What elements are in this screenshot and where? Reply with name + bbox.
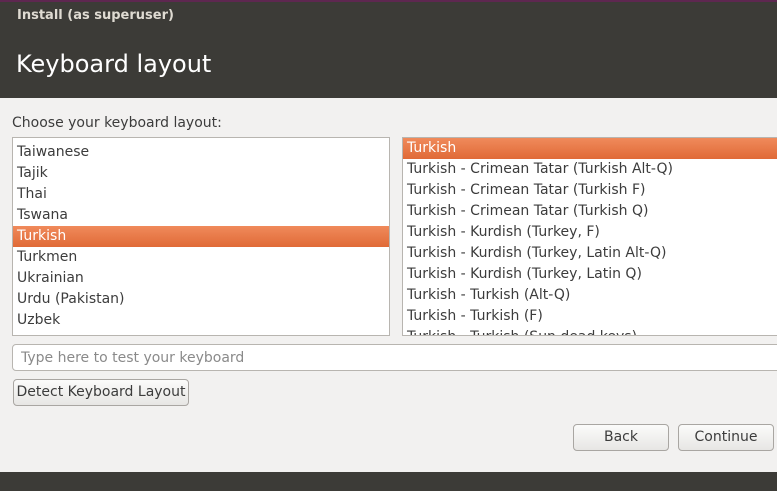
layout-list-item[interactable]: Uzbek [13, 310, 389, 331]
continue-button[interactable]: Continue [678, 424, 774, 451]
page-header: Keyboard layout [0, 32, 777, 98]
variant-list-item[interactable]: Turkish - Kurdish (Turkey, F) [403, 222, 777, 243]
variant-list-item[interactable]: Turkish - Crimean Tatar (Turkish F) [403, 180, 777, 201]
detect-layout-button[interactable]: Detect Keyboard Layout [13, 379, 189, 406]
variant-list-item[interactable]: Turkish - Turkish (Sun dead keys) [403, 327, 777, 335]
variant-list-item[interactable]: Turkish - Turkish (F) [403, 306, 777, 327]
layout-list-item[interactable]: Thai [13, 184, 389, 205]
back-button[interactable]: Back [573, 424, 669, 451]
keyboard-test-input[interactable] [12, 344, 777, 371]
layout-list-items: Taiwanese Tajik Thai Tswana Turkish Turkmen Uk… [13, 138, 389, 331]
variant-list-item[interactable]: Turkish - Kurdish (Turkey, Latin Q) [403, 264, 777, 285]
variant-list-items: Turkish Turkish - Crimean Tatar (Turkish … [403, 138, 777, 335]
layout-list[interactable]: Taiwanese Tajik Thai Tswana Turkish Turkmen Uk… [12, 137, 390, 336]
layout-list-item[interactable]: Taiwanese [13, 142, 389, 163]
layout-list-item[interactable]: Tswana [13, 205, 389, 226]
window-title: Install (as superuser) [17, 8, 174, 23]
variant-list-item[interactable]: Turkish - Turkish (Alt-Q) [403, 285, 777, 306]
main-content: Choose your keyboard layout: Taiwanese Ta… [0, 98, 777, 472]
layout-list-item[interactable]: Urdu (Pakistan) [13, 289, 389, 310]
layout-list-item[interactable]: Tajik [13, 163, 389, 184]
variant-list[interactable]: Turkish Turkish - Crimean Tatar (Turkish … [402, 137, 777, 336]
layout-list-item[interactable]: Turkmen [13, 247, 389, 268]
layout-prompt: Choose your keyboard layout: [12, 115, 222, 131]
layout-list-item[interactable]: Ukrainian [13, 268, 389, 289]
layout-list-item[interactable]: Turkish [13, 226, 389, 247]
variant-list-item[interactable]: Turkish - Crimean Tatar (Turkish Q) [403, 201, 777, 222]
variant-list-item[interactable]: Turkish - Crimean Tatar (Turkish Alt-Q) [403, 159, 777, 180]
variant-list-item[interactable]: Turkish [403, 138, 777, 159]
variant-list-item[interactable]: Turkish - Kurdish (Turkey, Latin Alt-Q) [403, 243, 777, 264]
window-titlebar: Install (as superuser) [0, 0, 777, 32]
page-title: Keyboard layout [16, 50, 212, 78]
bottom-bar [0, 472, 777, 491]
